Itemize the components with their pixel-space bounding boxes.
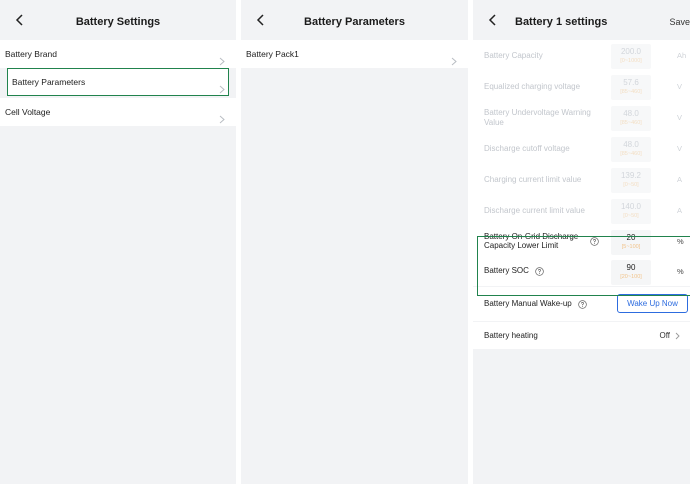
menu-item-label: Battery Parameters bbox=[12, 77, 86, 87]
back-arrow-icon[interactable] bbox=[481, 8, 505, 32]
value-input: 48.0 [85~460] bbox=[611, 137, 651, 162]
menu-item-label: Battery Pack1 bbox=[246, 49, 299, 59]
setting-row-manual-wake-up: Battery Manual Wake-up Wake Up Now bbox=[473, 287, 690, 321]
chevron-right-icon bbox=[451, 49, 457, 77]
setting-label: Discharge cutoff voltage bbox=[484, 143, 570, 153]
page-title: Battery 1 settings bbox=[515, 16, 608, 28]
help-circle-icon[interactable] bbox=[578, 299, 587, 309]
setting-row-battery-heating[interactable]: Battery heating Off bbox=[473, 322, 690, 349]
menu-item-label: Battery Brand bbox=[5, 49, 57, 59]
setting-label: Discharge current limit value bbox=[484, 205, 585, 215]
unit-label: % bbox=[677, 236, 684, 246]
help-circle-icon[interactable] bbox=[535, 266, 544, 276]
help-circle-icon[interactable] bbox=[590, 236, 599, 246]
battery-1-settings-panel: Battery 1 settings Save Battery Capacity… bbox=[473, 0, 690, 484]
setting-row-undervoltage-warning: Battery Undervoltage Warning Value 48.0[… bbox=[473, 102, 690, 133]
unit-label: V bbox=[677, 82, 683, 91]
header: Battery Settings bbox=[0, 0, 236, 40]
value-input: 140.0 [0~50] bbox=[611, 199, 651, 224]
setting-row-equalized-charging-voltage: Equalized charging voltage 57.6 [85~460] … bbox=[473, 71, 690, 102]
setting-label: Battery Capacity bbox=[484, 50, 543, 60]
capacity-lower-limit-input[interactable]: 20 [5~100] bbox=[611, 230, 651, 255]
unit-label: V bbox=[677, 113, 683, 122]
unit-label: A bbox=[677, 175, 683, 184]
value-input: 57.6 [85~460] bbox=[611, 75, 651, 100]
header: Battery 1 settings Save bbox=[473, 0, 690, 40]
unit-label: % bbox=[677, 266, 684, 276]
save-button[interactable]: Save bbox=[669, 0, 690, 40]
setting-label: Battery heating bbox=[484, 330, 538, 340]
battery-soc-input[interactable]: 90 [20~100] bbox=[611, 260, 651, 285]
menu-item-cell-voltage[interactable]: Cell Voltage bbox=[0, 98, 236, 126]
page-title: Battery Settings bbox=[75, 16, 161, 28]
setting-row-discharge-current-limit: Discharge current limit value 140.0 [0~50… bbox=[473, 195, 690, 226]
setting-row-on-grid-discharge-lower-limit: Battery On-Grid Discharge Capacity Lower… bbox=[473, 226, 690, 256]
battery-parameters-panel: Battery Parameters Battery Pack1 bbox=[241, 0, 468, 484]
setting-row-discharge-cutoff-voltage: Discharge cutoff voltage 48.0 [85~460] V bbox=[473, 133, 690, 164]
header: Battery Parameters bbox=[241, 0, 468, 40]
setting-row-charging-current-limit: Charging current limit value 139.2 [0~50]… bbox=[473, 164, 690, 195]
unit-label: V bbox=[677, 144, 683, 153]
menu-item-battery-brand[interactable]: Battery Brand bbox=[0, 40, 236, 68]
chevron-right-icon bbox=[675, 332, 680, 339]
value-input: 48.0 [85~460] bbox=[611, 106, 651, 131]
battery-settings-panel: Battery Settings Battery Brand Battery P… bbox=[0, 0, 236, 484]
page-title: Battery Parameters bbox=[304, 16, 405, 28]
setting-label: Equalized charging voltage bbox=[484, 81, 581, 91]
value-input: 139.2 [0~50] bbox=[611, 168, 651, 193]
setting-label: Battery Manual Wake-up bbox=[484, 287, 602, 321]
setting-label: Battery On-Grid Discharge Capacity Lower… bbox=[484, 226, 609, 256]
unit-label: Ah bbox=[677, 51, 687, 60]
setting-label: Battery Undervoltage Warning Value bbox=[484, 108, 591, 127]
chevron-right-icon bbox=[219, 107, 225, 135]
menu-item-label: Cell Voltage bbox=[5, 107, 51, 117]
wake-up-now-button[interactable]: Wake Up Now bbox=[617, 294, 688, 313]
heating-value: Off bbox=[659, 322, 680, 349]
setting-label: Battery SOC bbox=[484, 256, 602, 286]
menu-item-battery-pack1[interactable]: Battery Pack1 bbox=[241, 40, 468, 68]
setting-row-battery-soc: Battery SOC 90 [20~100] % bbox=[473, 256, 690, 286]
setting-row-battery-capacity: Battery Capacity 200.0 [0~1000] Ah bbox=[473, 40, 690, 71]
value-input: 200.0 [0~1000] bbox=[611, 44, 651, 69]
unit-label: A bbox=[677, 206, 683, 215]
setting-label: Charging current limit value bbox=[484, 174, 582, 184]
menu-item-battery-parameters[interactable]: Battery Parameters bbox=[7, 68, 229, 96]
